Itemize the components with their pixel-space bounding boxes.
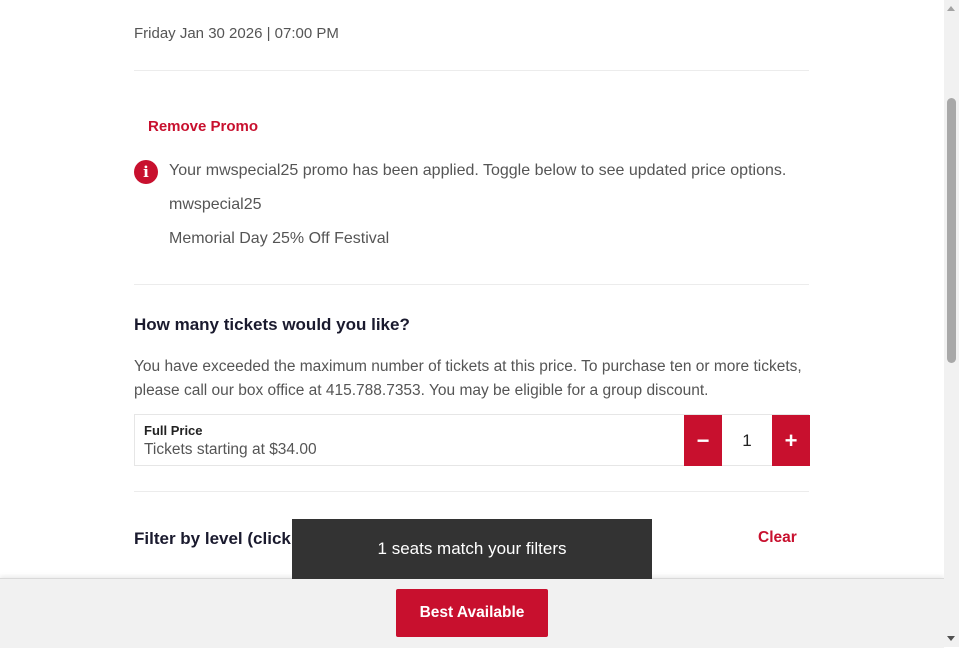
promo-code: mwspecial25 xyxy=(169,196,262,213)
scroll-down-arrow-icon[interactable] xyxy=(947,636,955,641)
bottom-action-bar: Best Available xyxy=(0,578,944,648)
ticket-price-row: Full Price Tickets starting at $34.00 − … xyxy=(134,414,810,466)
divider xyxy=(134,70,809,71)
clear-filters-link[interactable]: Clear xyxy=(758,529,797,547)
decrease-quantity-button[interactable]: − xyxy=(684,415,722,466)
divider xyxy=(134,284,809,285)
increase-quantity-button[interactable]: + xyxy=(772,415,810,466)
promo-description: Memorial Day 25% Off Festival xyxy=(169,230,390,247)
page-scrollbar[interactable] xyxy=(944,0,959,647)
promo-applied-message: Your mwspecial25 promo has been applied.… xyxy=(169,162,787,179)
quantity-value: 1 xyxy=(742,430,752,450)
ticket-quantity-heading: How many tickets would you like? xyxy=(134,315,410,334)
seats-match-toast: 1 seats match your filters xyxy=(292,519,652,579)
info-icon: i xyxy=(134,160,158,184)
scroll-up-arrow-icon[interactable] xyxy=(947,6,955,11)
best-available-button[interactable]: Best Available xyxy=(396,589,548,637)
event-date-time: Friday Jan 30 2026 | 07:00 PM xyxy=(134,25,339,42)
scroll-thumb[interactable] xyxy=(947,98,956,363)
ticket-price-text: Tickets starting at $34.00 xyxy=(144,441,317,458)
ticket-type-label: Full Price xyxy=(144,423,203,438)
divider xyxy=(134,491,809,492)
filter-by-level-label: Filter by level (click xyxy=(134,529,291,548)
max-tickets-notice: You have exceeded the maximum number of … xyxy=(134,358,802,399)
remove-promo-link[interactable]: Remove Promo xyxy=(148,118,258,135)
